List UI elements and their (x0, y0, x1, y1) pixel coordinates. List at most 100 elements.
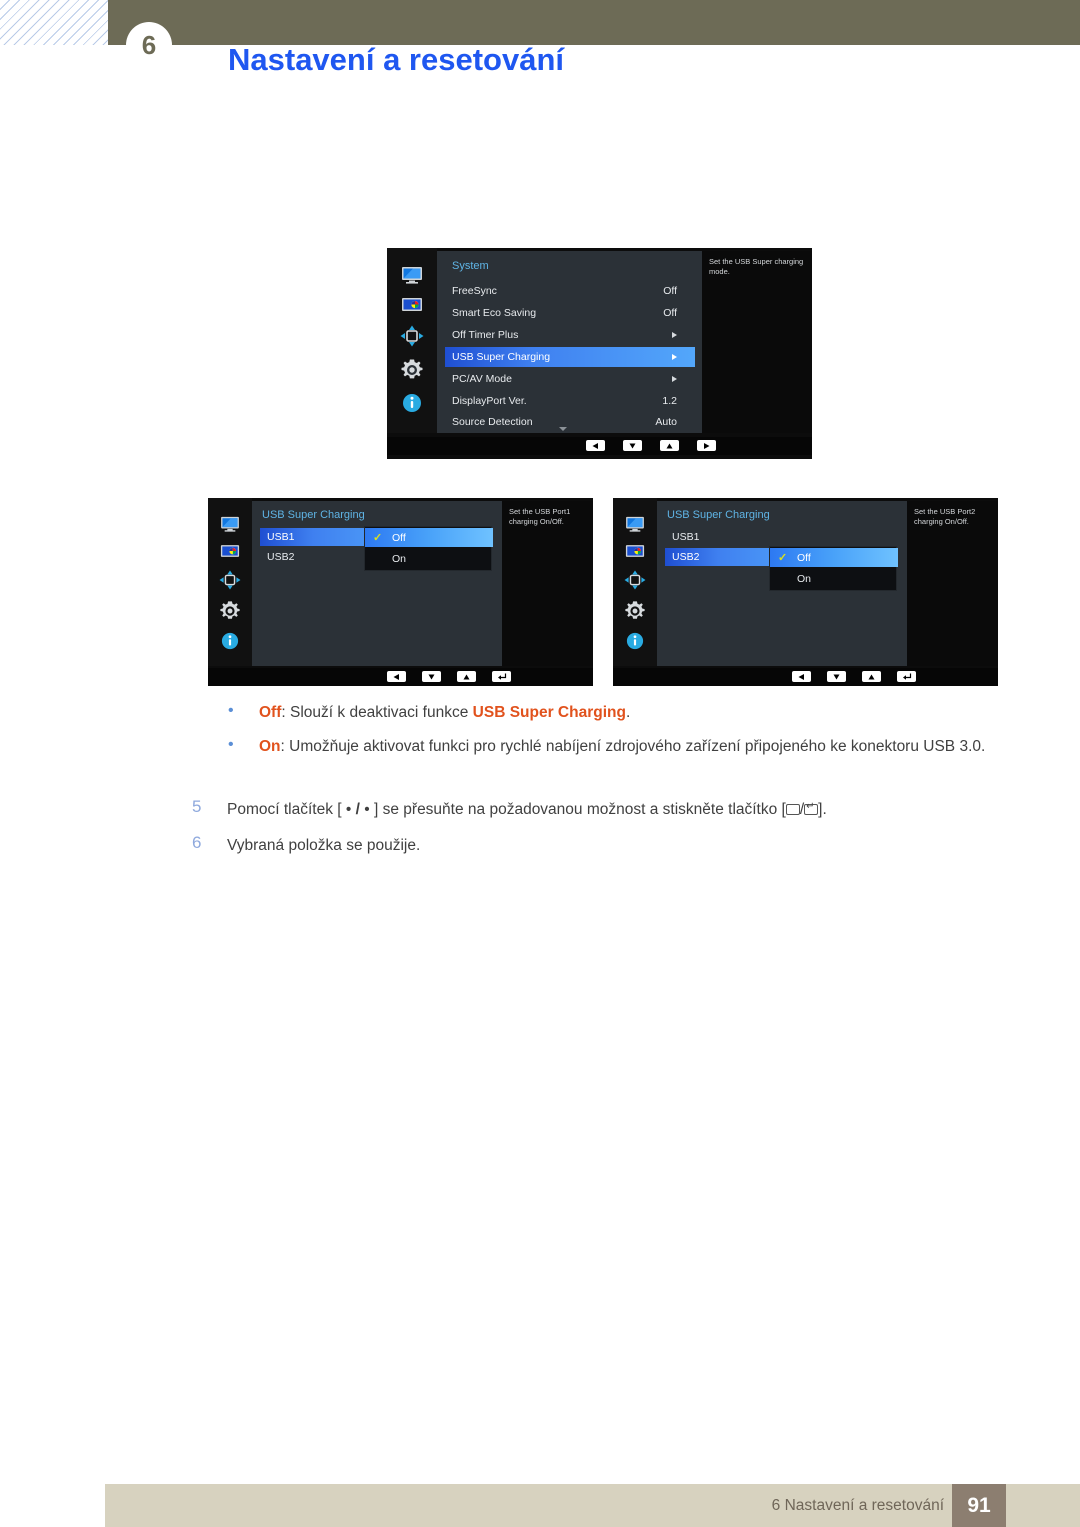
header-bar (108, 0, 1080, 45)
onscreen-display-icon[interactable] (400, 325, 424, 347)
footer-page-number: 91 (952, 1484, 1006, 1527)
onscreen-display-icon[interactable] (219, 570, 241, 590)
bullet-off-end-text: . (625, 704, 631, 721)
menu-item-label: PC/AV Mode (452, 373, 512, 385)
nav-down-arrow-button[interactable] (623, 440, 642, 451)
popup-option-off[interactable]: ✓ Off (770, 548, 898, 567)
popup-option-label: On (392, 552, 407, 565)
menu-item-label: Off Timer Plus (452, 329, 519, 341)
popup-option-off[interactable]: ✓ Off (365, 528, 493, 547)
osd-menu-panel: System FreeSync Off Smart Eco Saving Off… (437, 251, 702, 433)
menu-item-label: FreeSync (452, 285, 497, 297)
nav-up-arrow-button[interactable] (660, 440, 679, 451)
help-text-content: Set the USB Port2 charging On/Off. (914, 507, 976, 527)
bullet-marker: • (228, 736, 234, 753)
popup-option-on[interactable]: On (365, 549, 493, 568)
osd-sidebar (387, 248, 437, 433)
display-icon[interactable] (401, 266, 423, 284)
bullet-item-on: On: Umožňuje aktivovat funkci pro rychlé… (259, 736, 1000, 758)
nav-up-arrow-button[interactable] (862, 671, 881, 682)
osd-sidebar (613, 498, 657, 666)
page-title: Nastavení a resetování (228, 42, 565, 77)
nav-down-arrow-button[interactable] (422, 671, 441, 682)
menu-item-source-detection[interactable]: Source Detection Auto (445, 412, 695, 432)
help-text-content: Set the USB Super charging mode. (709, 257, 804, 277)
nav-right-arrow-button[interactable] (697, 440, 716, 451)
nav-down-arrow-button[interactable] (827, 671, 846, 682)
menu-item-usb1[interactable]: USB1 (665, 528, 817, 546)
keyword-usb-super-charging: USB Super Charging (472, 704, 626, 721)
osd-menu-title: USB Super Charging (262, 509, 365, 521)
scroll-down-indicator-icon (559, 427, 567, 431)
osd-option-popup: ✓ Off On (364, 526, 493, 571)
chapter-number-badge: 6 (126, 22, 172, 68)
osd-nav-bar (613, 668, 998, 686)
menu-item-freesync[interactable]: FreeSync Off (445, 281, 695, 301)
system-gear-icon[interactable] (219, 600, 241, 622)
step-5-text: Pomocí tlačítek [ • / • ] se přesuňte na… (227, 799, 1027, 821)
submenu-arrow-icon (672, 354, 677, 360)
menu-item-off-timer-plus[interactable]: Off Timer Plus (445, 325, 695, 345)
menu-item-label: Source Detection (452, 416, 533, 428)
display-icon[interactable] (625, 516, 645, 532)
header-stripe-decoration (0, 0, 108, 45)
nav-enter-button[interactable] (897, 671, 916, 682)
nav-left-arrow-button[interactable] (792, 671, 811, 682)
manual-page: 6 Nastavení a resetování System FreeSync… (0, 0, 1080, 1527)
checkmark-icon: ✓ (373, 532, 383, 544)
information-icon[interactable] (626, 632, 644, 650)
osd-sidebar (208, 498, 252, 666)
menu-item-displayport-ver[interactable]: DisplayPort Ver. 1.2 (445, 391, 695, 411)
checkmark-icon: ✓ (778, 552, 788, 564)
source-button-icon (785, 804, 800, 815)
display-icon[interactable] (220, 516, 240, 532)
menu-item-pc-av-mode[interactable]: PC/AV Mode (445, 369, 695, 389)
menu-item-value: Off (663, 307, 677, 319)
menu-item-value: Auto (655, 416, 677, 428)
osd-nav-bar (208, 668, 593, 686)
popup-option-on[interactable]: On (770, 569, 898, 588)
nav-enter-button[interactable] (492, 671, 511, 682)
osd-menu-title: System (452, 260, 489, 272)
osd-nav-bar (387, 437, 812, 455)
osd-menu-panel: USB Super Charging USB1 USB2 ✓ Off On (657, 501, 907, 666)
bullet-off-middle-text: : Slouží k deaktivaci funkce (281, 704, 473, 721)
osd-help-text: Set the USB Super charging mode. (702, 251, 812, 433)
menu-item-value: Off (663, 285, 677, 297)
nav-left-arrow-button[interactable] (586, 440, 605, 451)
popup-option-label: Off (797, 551, 811, 564)
menu-item-label: USB1 (267, 531, 295, 543)
picture-icon[interactable] (220, 544, 240, 558)
picture-icon[interactable] (625, 544, 645, 558)
information-icon[interactable] (221, 632, 239, 650)
osd-help-text: Set the USB Port2 charging On/Off. (907, 501, 998, 666)
menu-item-label: USB2 (672, 551, 700, 563)
information-icon[interactable] (402, 393, 422, 413)
step-number-5: 5 (192, 797, 202, 816)
submenu-arrow-icon (672, 376, 677, 382)
osd-screenshot-usb1: USB Super Charging USB1 USB2 ✓ Off On Se… (208, 498, 593, 686)
osd-option-popup: ✓ Off On (769, 546, 898, 591)
onscreen-display-icon[interactable] (624, 570, 646, 590)
menu-item-smart-eco-saving[interactable]: Smart Eco Saving Off (445, 303, 695, 323)
nav-left-arrow-button[interactable] (387, 671, 406, 682)
menu-item-usb-super-charging[interactable]: USB Super Charging (445, 347, 695, 367)
osd-screenshot-system: System FreeSync Off Smart Eco Saving Off… (387, 248, 812, 459)
help-text-content: Set the USB Port1 charging On/Off. (509, 507, 571, 527)
bullet-marker: • (228, 702, 234, 719)
footer-chapter-label: 6 Nastavení a resetování (771, 1497, 944, 1514)
system-gear-icon[interactable] (400, 358, 424, 382)
enter-button-icon (804, 801, 819, 815)
menu-item-label: USB2 (267, 551, 295, 563)
menu-item-label: USB1 (672, 531, 700, 543)
system-gear-icon[interactable] (624, 600, 646, 622)
osd-menu-panel: USB Super Charging USB1 USB2 ✓ Off On (252, 501, 502, 666)
nav-up-arrow-button[interactable] (457, 671, 476, 682)
step-number-6: 6 (192, 833, 202, 852)
osd-help-text: Set the USB Port1 charging On/Off. (502, 501, 593, 666)
menu-item-label: DisplayPort Ver. (452, 395, 527, 407)
step5-text-b: ] se přesuňte na požadovanou možnost a s… (369, 801, 786, 818)
step-6-text: Vybraná položka se použije. (227, 837, 421, 854)
picture-icon[interactable] (401, 297, 423, 312)
bullet-on-text: : Umožňuje aktivovat funkci pro rychlé n… (280, 738, 986, 755)
